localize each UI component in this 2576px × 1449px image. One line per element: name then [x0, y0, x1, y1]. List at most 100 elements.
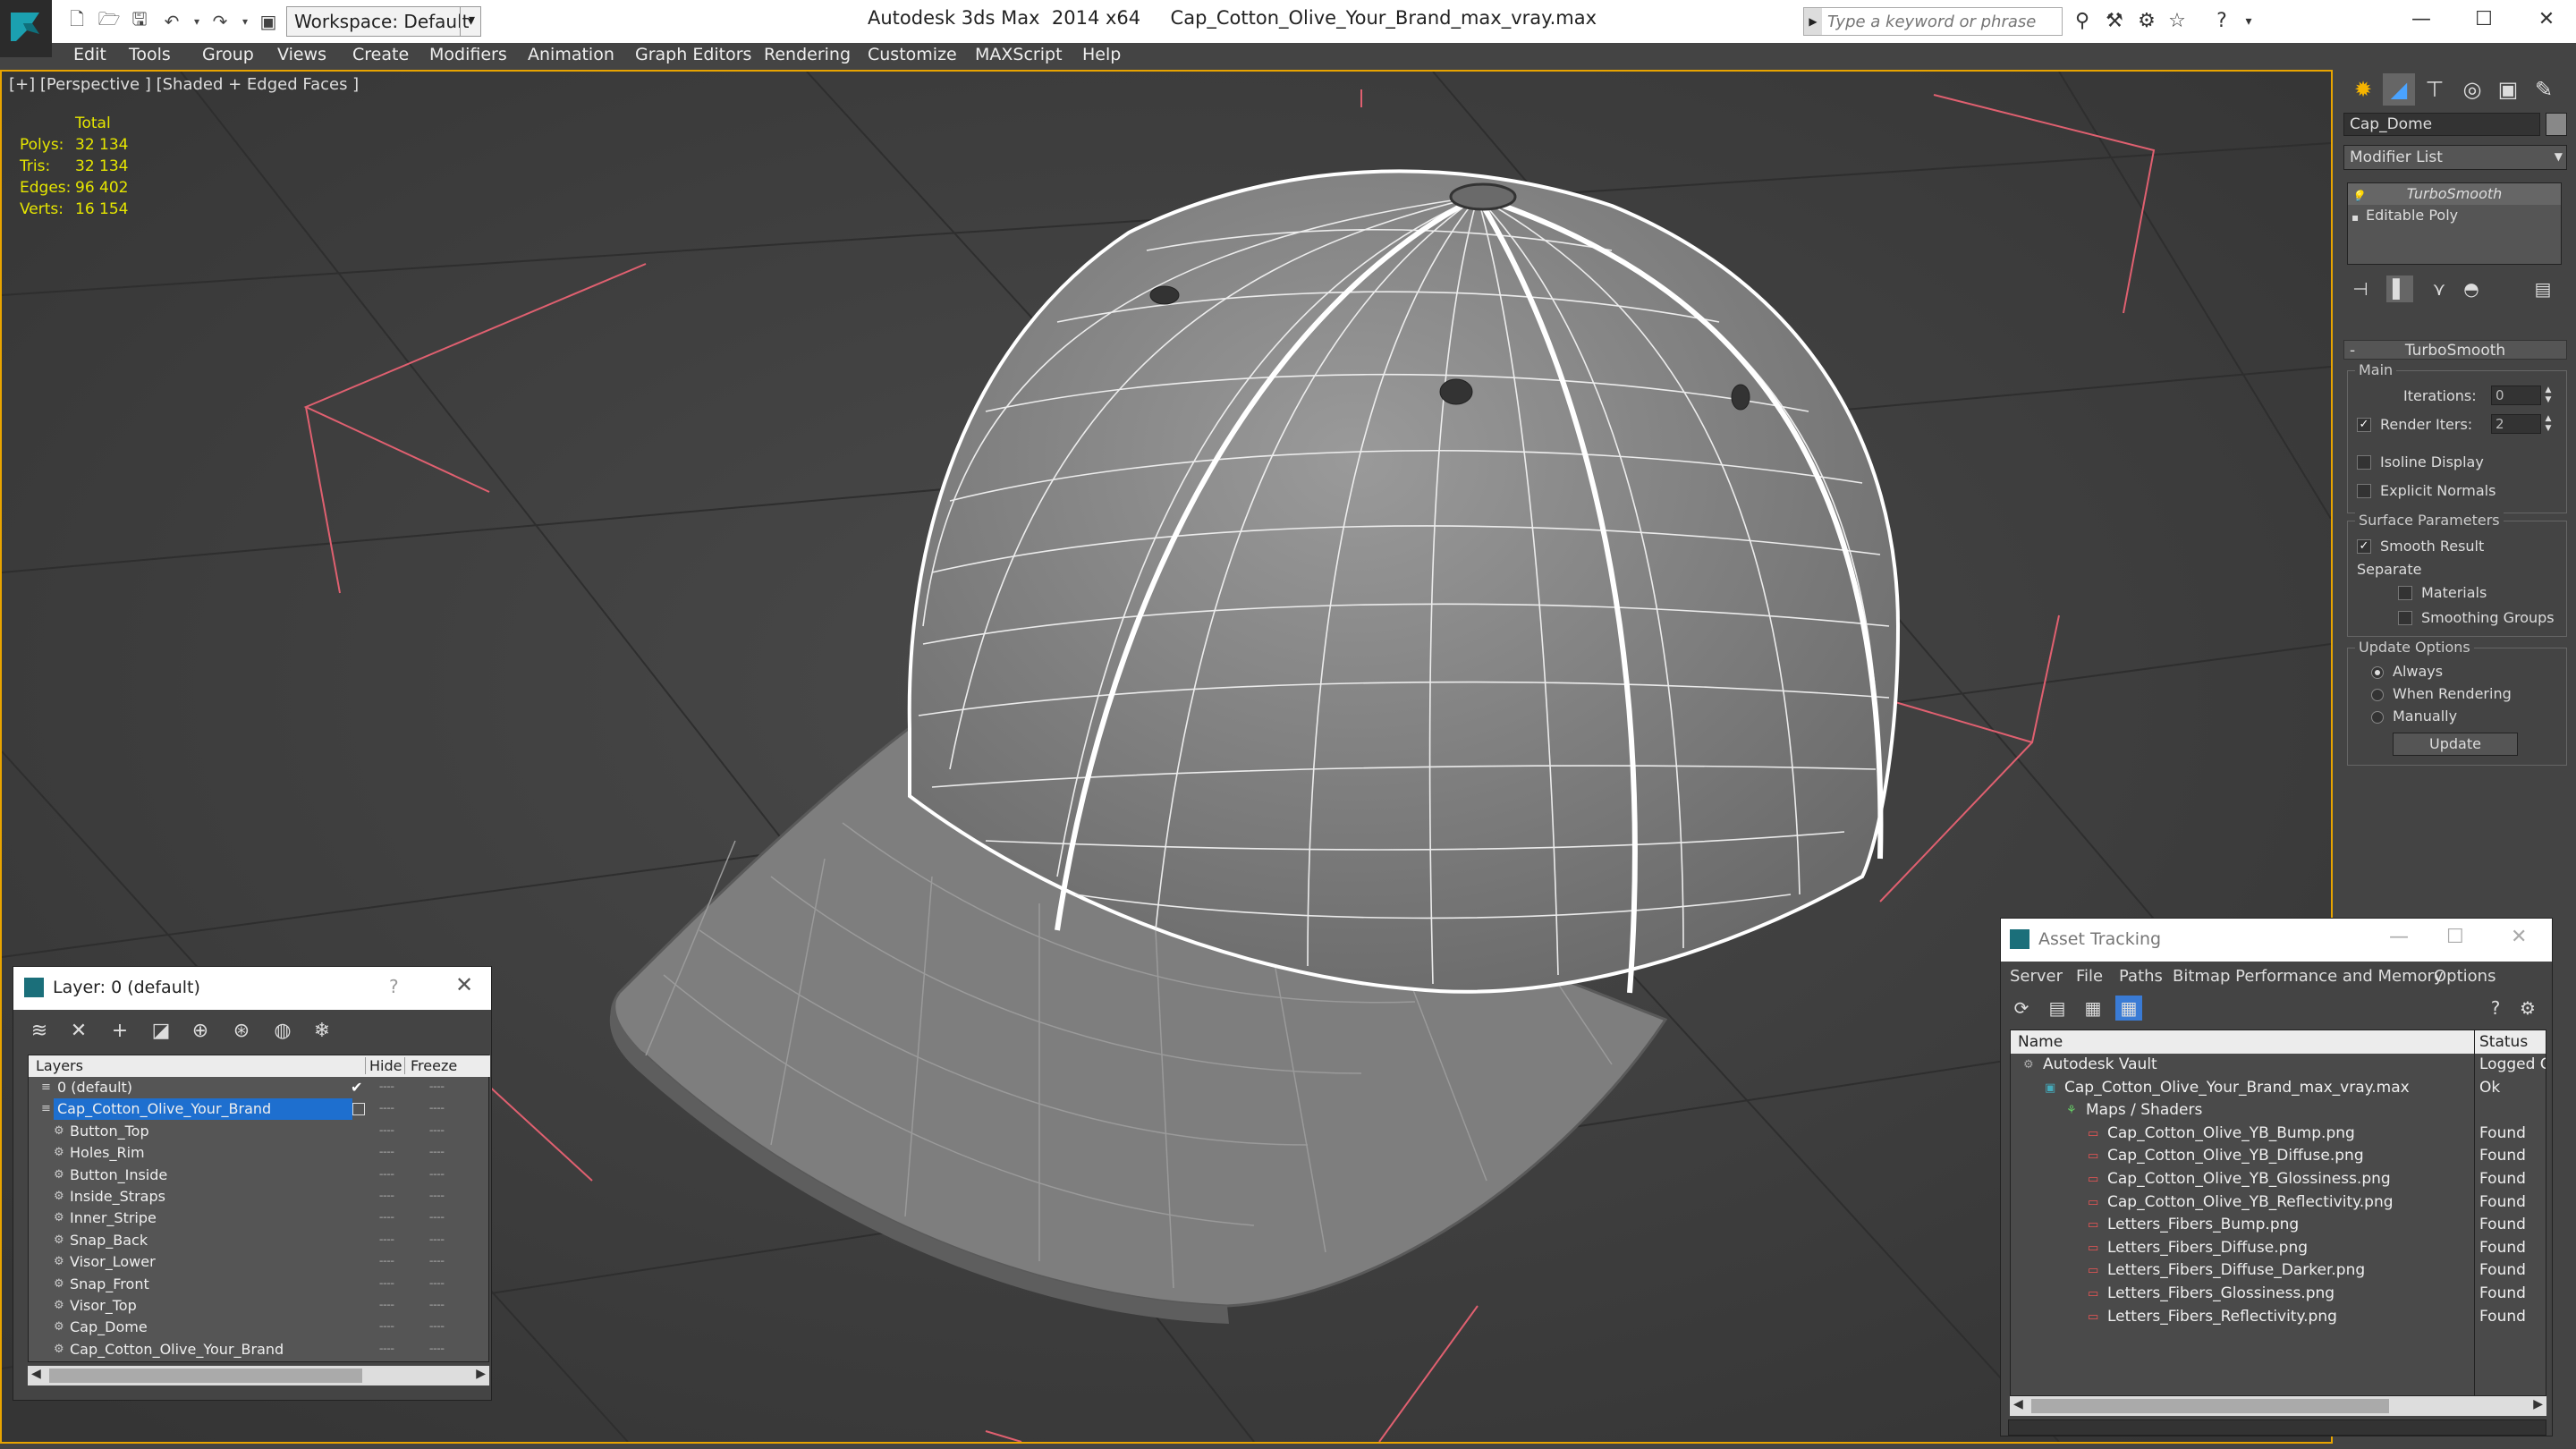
- freeze-toggle[interactable]: ╌╌: [429, 1251, 445, 1273]
- search-input[interactable]: [1827, 10, 2060, 33]
- column-name[interactable]: Name: [2018, 1033, 2063, 1051]
- open-file-icon[interactable]: 🗁: [97, 8, 122, 34]
- asset-row[interactable]: ▭ Cap_Cotton_Olive_YB_Glossiness.png Found: [2011, 1168, 2546, 1191]
- viewport-label[interactable]: [+] [Perspective ] [Shaded + Edged Faces…: [9, 75, 359, 94]
- add-layer-icon[interactable]: +: [106, 1019, 133, 1044]
- refresh-icon[interactable]: ⟳: [2008, 996, 2035, 1021]
- hide-toggle[interactable]: ╌╌: [379, 1295, 394, 1317]
- horizontal-scrollbar[interactable]: ◀ ▶: [28, 1366, 489, 1385]
- layer-row[interactable]: ≡ 0 (default) ✔ ╌╌ ╌╌: [29, 1077, 490, 1098]
- freeze-all-icon[interactable]: ❄: [309, 1019, 335, 1044]
- menu-maxscript[interactable]: MAXScript: [975, 43, 1063, 66]
- menu-views[interactable]: Views: [277, 43, 326, 66]
- modifier-list-dropdown[interactable]: Modifier List ▼: [2343, 145, 2567, 170]
- search-box[interactable]: ▶: [1803, 7, 2063, 36]
- menu-file[interactable]: File: [2076, 967, 2103, 986]
- hide-all-icon[interactable]: ◍: [269, 1019, 296, 1044]
- isoline-display-checkbox[interactable]: [2357, 455, 2371, 470]
- hide-toggle[interactable]: ╌╌: [379, 1317, 394, 1338]
- pin-stack-icon[interactable]: ⊣: [2347, 275, 2374, 302]
- freeze-toggle[interactable]: ╌╌: [429, 1165, 445, 1186]
- asset-row[interactable]: ▭ Letters_Fibers_Bump.png Found: [2011, 1214, 2546, 1236]
- horizontal-scrollbar[interactable]: ◀ ▶: [2010, 1396, 2546, 1416]
- layers-icon[interactable]: ≋: [26, 1019, 53, 1044]
- show-end-result-icon[interactable]: ▌: [2386, 275, 2413, 302]
- utilities-tab-icon[interactable]: ✎: [2528, 73, 2560, 106]
- close-icon[interactable]: ✕: [2515, 0, 2576, 39]
- asset-row[interactable]: ▭ Letters_Fibers_Glossiness.png Found: [2011, 1283, 2546, 1305]
- undo-dropdown-icon[interactable]: ▾: [184, 9, 209, 34]
- render-iters-spinner[interactable]: 2: [2491, 414, 2541, 434]
- project-folder-icon[interactable]: ▣: [256, 9, 281, 34]
- layer-row[interactable]: ⚙ Cap_Dome ╌╌ ╌╌: [29, 1317, 490, 1338]
- minimize-icon[interactable]: —: [2389, 926, 2409, 948]
- freeze-toggle[interactable]: ╌╌: [429, 1186, 445, 1208]
- freeze-toggle[interactable]: ╌╌: [429, 1142, 445, 1164]
- hide-toggle[interactable]: ╌╌: [379, 1274, 394, 1295]
- settings-icon[interactable]: ⚙: [2514, 996, 2541, 1021]
- layer-row[interactable]: ⚙ Visor_Top ╌╌ ╌╌: [29, 1295, 490, 1317]
- maximize-icon[interactable]: ☐: [2446, 926, 2464, 948]
- freeze-toggle[interactable]: ╌╌: [429, 1208, 445, 1229]
- menu-options[interactable]: Options: [2434, 967, 2496, 986]
- lightbulb-icon[interactable]: 💡: [2351, 185, 2365, 207]
- save-file-icon[interactable]: 🖫: [127, 8, 152, 34]
- dialog-title-bar[interactable]: Layer: 0 (default) ? ✕: [13, 967, 491, 1010]
- hierarchy-tab-icon[interactable]: ⊤: [2419, 73, 2451, 106]
- menu-tools[interactable]: Tools: [129, 43, 171, 66]
- always-radio[interactable]: [2371, 666, 2384, 679]
- freeze-toggle[interactable]: ╌╌: [429, 1230, 445, 1251]
- scroll-left-icon[interactable]: ◀: [31, 1367, 41, 1381]
- subscription-icon[interactable]: ⚒: [2102, 9, 2127, 34]
- hide-toggle[interactable]: ╌╌: [379, 1098, 394, 1120]
- asset-row[interactable]: ⚙ Autodesk Vault Logged Ou: [2011, 1054, 2546, 1076]
- close-icon[interactable]: ✕: [455, 972, 473, 997]
- delete-icon[interactable]: ✕: [65, 1019, 92, 1044]
- iterations-spinner[interactable]: 0: [2491, 386, 2541, 405]
- object-color-swatch[interactable]: [2546, 113, 2567, 136]
- create-tab-icon[interactable]: ✹: [2347, 73, 2379, 106]
- search-expand-icon[interactable]: ▶: [1804, 8, 1822, 35]
- motion-tab-icon[interactable]: ◎: [2456, 73, 2488, 106]
- scroll-right-icon[interactable]: ▶: [476, 1367, 486, 1381]
- smoothing-groups-checkbox[interactable]: [2398, 611, 2412, 625]
- add-selection-icon[interactable]: ◪: [148, 1019, 174, 1044]
- maximize-icon[interactable]: ☐: [2453, 0, 2515, 39]
- list-view-icon[interactable]: ▤: [2044, 996, 2071, 1021]
- app-logo-icon[interactable]: [0, 0, 52, 57]
- freeze-toggle[interactable]: ╌╌: [429, 1295, 445, 1317]
- freeze-toggle[interactable]: ╌╌: [429, 1098, 445, 1120]
- layer-row[interactable]: ⚙ Inside_Straps ╌╌ ╌╌: [29, 1186, 490, 1208]
- hide-toggle[interactable]: ╌╌: [379, 1142, 394, 1164]
- menu-edit[interactable]: Edit: [73, 43, 106, 66]
- freeze-toggle[interactable]: ╌╌: [429, 1121, 445, 1142]
- favorites-star-icon[interactable]: ☆: [2165, 9, 2190, 34]
- highlight-icon[interactable]: ⊛: [228, 1019, 255, 1044]
- scrollbar-thumb[interactable]: [2031, 1399, 2389, 1413]
- communication-icon[interactable]: ⚙: [2134, 9, 2159, 34]
- layer-row[interactable]: ⚙ Button_Top ╌╌ ╌╌: [29, 1121, 490, 1142]
- binoculars-icon[interactable]: ⚲: [2070, 9, 2095, 34]
- menu-server[interactable]: Server: [2010, 967, 2063, 986]
- column-hide[interactable]: Hide: [365, 1057, 402, 1074]
- column-status[interactable]: Status: [2479, 1033, 2528, 1051]
- help-dropdown-icon[interactable]: ▾: [2236, 9, 2261, 34]
- asset-row[interactable]: ▭ Cap_Cotton_Olive_YB_Diffuse.png Found: [2011, 1145, 2546, 1167]
- hide-toggle[interactable]: ╌╌: [379, 1230, 394, 1251]
- freeze-toggle[interactable]: ╌╌: [429, 1317, 445, 1338]
- hide-toggle[interactable]: ╌╌: [379, 1165, 394, 1186]
- workspace-more-icon[interactable]: ▾: [460, 6, 481, 37]
- layer-row[interactable]: ⚙ Snap_Front ╌╌ ╌╌: [29, 1274, 490, 1295]
- scroll-right-icon[interactable]: ▶: [2533, 1397, 2543, 1411]
- update-button[interactable]: Update: [2393, 733, 2518, 756]
- table-view-icon[interactable]: ▦: [2115, 996, 2142, 1021]
- expand-icon[interactable]: ▪: [2351, 207, 2359, 228]
- hide-toggle[interactable]: ╌╌: [379, 1077, 394, 1098]
- help-icon[interactable]: ?: [389, 976, 399, 997]
- when-rendering-radio[interactable]: [2371, 689, 2384, 701]
- layer-row[interactable]: ⚙ Button_Inside ╌╌ ╌╌: [29, 1165, 490, 1186]
- menu-customize[interactable]: Customize: [868, 43, 957, 66]
- help-icon[interactable]: ?: [2209, 9, 2234, 34]
- explicit-normals-checkbox[interactable]: [2357, 484, 2371, 498]
- freeze-toggle[interactable]: ╌╌: [429, 1274, 445, 1295]
